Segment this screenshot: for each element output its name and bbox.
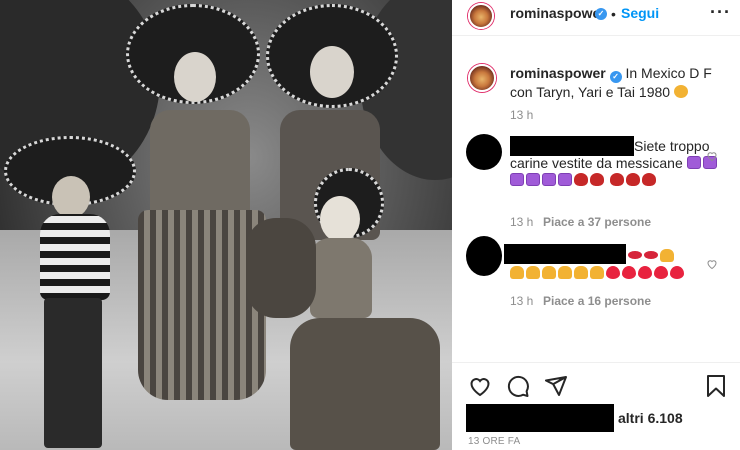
comment-likes-count[interactable]: Piace a 16 persone	[543, 294, 651, 308]
caption-time: 13 h	[510, 108, 534, 122]
caption-verified-icon: ✓	[609, 71, 622, 83]
lips-emoji-icon	[628, 251, 642, 259]
more-options-icon[interactable]: ···	[710, 2, 731, 23]
comment-icon[interactable]	[506, 374, 530, 398]
comment-avatar[interactable]	[466, 236, 502, 276]
heart-icon[interactable]	[468, 374, 492, 398]
comment-like-heart-icon[interactable]	[706, 150, 718, 162]
author-avatar[interactable]	[468, 3, 494, 29]
caption-avatar[interactable]	[468, 64, 496, 92]
comment-likes-count[interactable]: Piace a 37 persone	[543, 215, 651, 229]
comment-time: 13 h	[510, 294, 534, 308]
post-time[interactable]: 13 ORE FA	[468, 436, 520, 447]
comment-like-heart-icon[interactable]	[706, 258, 718, 270]
actions-divider	[452, 362, 740, 363]
pray-emoji-icon	[660, 249, 674, 262]
author-username[interactable]: rominaspower	[510, 5, 606, 21]
comment-text: Siete troppo carine vestite da messicane	[510, 138, 724, 189]
bookmark-icon[interactable]	[704, 374, 728, 398]
comment-avatar[interactable]	[466, 134, 502, 170]
redacted-liked-by	[466, 404, 614, 432]
follow-button[interactable]: Segui	[621, 5, 659, 21]
post-side-panel: rominaspower ✓ • Segui ··· rominaspower …	[452, 0, 740, 450]
header-divider	[452, 35, 740, 36]
caption: rominaspower ✓ In Mexico D F con Taryn, …	[510, 64, 732, 102]
post-photo[interactable]	[0, 0, 452, 450]
rose-emoji-icon	[574, 173, 588, 186]
purple-heart-emoji-icon	[686, 156, 701, 169]
verified-badge-icon: ✓	[595, 8, 607, 20]
likes-count[interactable]: altri 6.108	[618, 410, 683, 426]
comment-time: 13 h	[510, 215, 534, 229]
kiss-emoji-icon	[673, 85, 688, 98]
share-icon[interactable]	[544, 374, 568, 398]
caption-username[interactable]: rominaspower	[510, 65, 606, 81]
red-heart-emoji-icon	[606, 266, 620, 279]
comment-text	[510, 248, 724, 282]
